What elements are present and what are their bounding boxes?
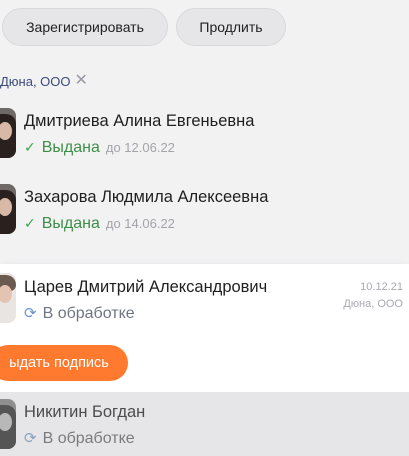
extend-button[interactable]: Продлить [176,8,286,46]
avatar [0,399,16,449]
list-item[interactable]: Захарова Людмила Алексеевна ✓ Выдана до … [0,182,409,236]
refresh-icon: ⟳ [24,430,37,447]
filter-chip[interactable]: Дюна, ООО ✕ [0,73,88,89]
request-date: 10.12.21 [360,281,403,293]
selected-request-card[interactable]: Царев Дмитрий Александрович ⟳ В обработк… [0,264,409,392]
valid-until: до 14.06.22 [105,216,175,231]
valid-until: до 12.06.22 [105,140,175,155]
register-button[interactable]: Зарегистрировать [2,8,168,46]
issue-signature-button[interactable]: ыдать подпись [0,345,128,381]
filter-chip-label: Дюна, ООО [0,73,71,89]
status: ✓ Выдана до 12.06.22 [24,139,175,157]
refresh-icon: ⟳ [24,305,37,322]
close-icon[interactable]: ✕ [75,73,88,89]
person-name: Царев Дмитрий Александрович [24,278,268,296]
check-icon: ✓ [24,215,36,231]
avatar [0,184,16,234]
status: ⟳ В обработке [24,429,135,448]
list-item[interactable]: Никитин Богдан ⟳ В обработке [0,392,409,456]
organization: Дюна, ООО [343,298,403,310]
status: ⟳ В обработке [24,304,135,323]
check-icon: ✓ [24,139,36,155]
avatar [0,273,16,323]
avatar [0,108,16,158]
status: ✓ Выдана до 14.06.22 [24,215,175,233]
person-name: Захарова Людмила Алексеевна [24,188,269,206]
status-label: Выдана [41,215,100,232]
list-item[interactable]: Дмитриева Алина Евгеньевна ✓ Выдана до 1… [0,106,409,160]
status-label: В обработке [42,430,135,447]
status-label: Выдана [41,139,100,156]
person-name: Дмитриева Алина Евгеньевна [24,112,255,130]
person-name: Никитин Богдан [24,403,146,421]
status-label: В обработке [42,305,135,322]
